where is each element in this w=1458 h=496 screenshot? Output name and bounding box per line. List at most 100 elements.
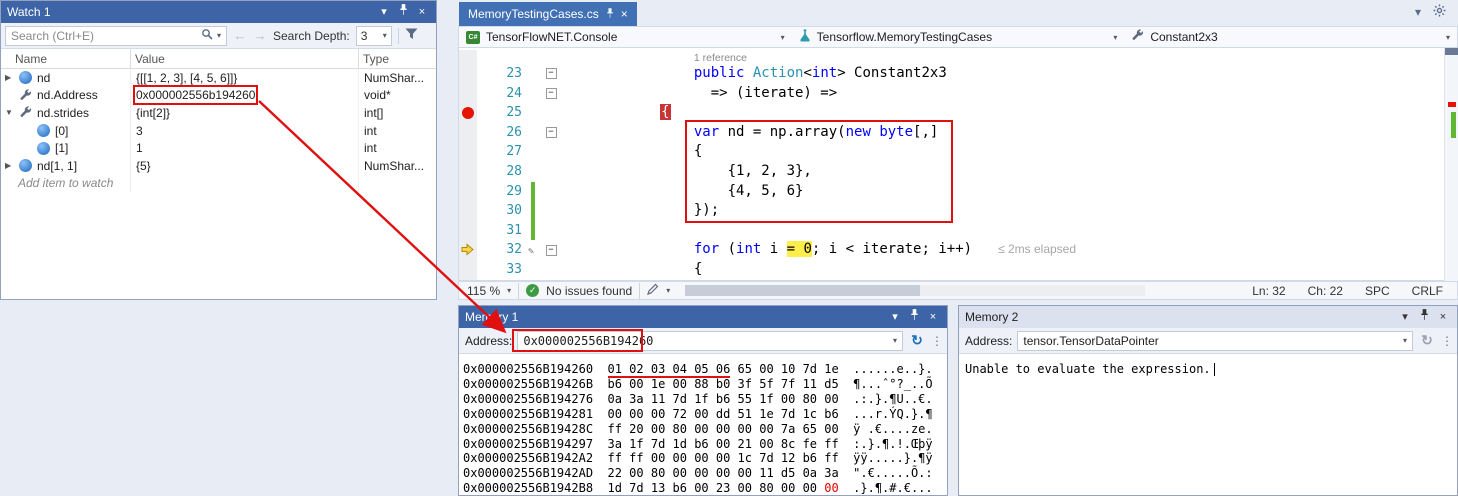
search-icon[interactable] <box>201 28 213 43</box>
code-editor[interactable]: 1 reference23− public Action<int> Consta… <box>458 48 1458 281</box>
horizontal-scrollbar-thumb[interactable] <box>685 285 920 296</box>
code-line[interactable]: 23− public Action<int> Constant2x3 <box>459 64 1457 84</box>
type-dropdown[interactable]: Tensorflow.MemoryTestingCases ▾ <box>792 27 1125 47</box>
close-icon[interactable]: × <box>621 7 628 21</box>
code-line[interactable]: 30 }); <box>459 201 1457 221</box>
watch-row[interactable]: nd.Address0x000002556b194260void* <box>1 87 436 105</box>
breakpoint-margin[interactable] <box>459 260 477 280</box>
close-icon[interactable]: × <box>414 4 430 20</box>
search-input[interactable]: Search (Ctrl+E) ▾ <box>5 26 227 46</box>
line-indicator[interactable]: Ln: 32 <box>1252 284 1285 298</box>
search-options-chevron-icon[interactable]: ▾ <box>217 31 221 40</box>
memory-row[interactable]: 0x000002556B19428C ff 20 00 80 00 00 00 … <box>463 422 947 437</box>
breakpoint-margin[interactable] <box>459 201 477 221</box>
memory1-rows[interactable]: 0x000002556B194260 01 02 03 04 05 06 65 … <box>459 354 947 496</box>
memory-row[interactable]: 0x000002556B194281 00 00 00 72 00 dd 51 … <box>463 407 947 422</box>
watch-value-cell[interactable]: {5} <box>131 157 359 175</box>
fold-collapse-icon[interactable]: − <box>546 68 557 79</box>
zoom-chevron-icon[interactable]: ▾ <box>507 286 511 295</box>
member-dropdown[interactable]: Constant2x3 ▾ <box>1124 27 1457 47</box>
breakpoint-margin[interactable] <box>459 64 477 84</box>
search-prev-icon[interactable]: ← <box>233 28 247 43</box>
window-position-menu-icon[interactable]: ▾ <box>1397 309 1413 325</box>
code-line[interactable]: 28 {1, 2, 3}, <box>459 162 1457 182</box>
column-header-type[interactable]: Type <box>359 49 436 68</box>
watch-row[interactable]: Add item to watch <box>1 175 436 193</box>
chevron-down-icon[interactable]: ▾ <box>893 336 897 345</box>
breakpoint-margin[interactable] <box>459 182 477 202</box>
memory-row[interactable]: 0x000002556B1942A2 ff ff 00 00 00 00 1c … <box>463 451 947 466</box>
splitter-grip[interactable] <box>1445 48 1458 55</box>
fold-collapse-icon[interactable]: − <box>546 245 557 256</box>
space-mode-indicator[interactable]: SPC <box>1365 284 1390 298</box>
health-check-icon[interactable]: ✓ <box>526 284 539 297</box>
watch-titlebar[interactable]: Watch 1 ▾ × <box>1 1 436 23</box>
code-line[interactable]: 33 { <box>459 260 1457 280</box>
tab-memorytestingcases[interactable]: MemoryTestingCases.cs × <box>459 2 637 26</box>
expander-icon[interactable]: ▶ <box>5 161 18 170</box>
pin-icon[interactable] <box>606 7 614 22</box>
column-indicator[interactable]: Ch: 22 <box>1308 284 1343 298</box>
breakpoint-margin[interactable] <box>459 240 477 260</box>
memory2-message[interactable]: Unable to evaluate the expression. <box>959 354 1457 384</box>
breakpoint-margin[interactable] <box>459 103 477 123</box>
vertical-scrollbar[interactable] <box>1444 48 1458 281</box>
gear-icon[interactable] <box>1433 4 1446 20</box>
memory-row[interactable]: 0x000002556B19426B b6 00 1e 00 88 b0 3f … <box>463 377 947 392</box>
search-depth-select[interactable]: 3 ▾ <box>356 26 392 46</box>
watch-value-cell[interactable] <box>131 175 359 193</box>
codelens-references[interactable]: 1 reference <box>694 52 747 64</box>
memory-row[interactable]: 0x000002556B194297 3a 1f 7d 1d b6 00 21 … <box>463 437 947 452</box>
tab-list-chevron-icon[interactable]: ▾ <box>1415 5 1421 19</box>
code-line[interactable]: 29 {4, 5, 6} <box>459 182 1457 202</box>
fold-collapse-icon[interactable]: − <box>546 88 557 99</box>
search-next-icon[interactable]: → <box>253 28 267 43</box>
breakpoint-margin[interactable] <box>459 50 477 64</box>
watch-value-cell[interactable]: {int[2]} <box>131 104 359 122</box>
column-header-value[interactable]: Value <box>131 49 359 68</box>
toolbar-overflow-icon[interactable]: ⋮ <box>931 334 941 348</box>
pin-icon[interactable] <box>906 308 922 326</box>
breakpoint-icon[interactable] <box>462 107 474 119</box>
address-input[interactable]: tensor.TensorDataPointer ▾ <box>1017 331 1413 351</box>
filter-icon[interactable] <box>405 28 418 43</box>
window-position-menu-icon[interactable]: ▾ <box>887 309 903 325</box>
toolbar-overflow-icon[interactable]: ⋮ <box>1441 334 1451 348</box>
code-line[interactable]: 27 { <box>459 142 1457 162</box>
memory-row[interactable]: 0x000002556B194260 01 02 03 04 05 06 65 … <box>463 362 947 377</box>
watch-value-cell[interactable]: 1 <box>131 139 359 157</box>
column-header-name[interactable]: Name <box>1 49 131 68</box>
refresh-icon[interactable]: ↻ <box>1418 332 1436 349</box>
breakpoint-margin[interactable] <box>459 162 477 182</box>
memory-row[interactable]: 0x000002556B194276 0a 3a 11 7d 1f b6 55 … <box>463 392 947 407</box>
watch-value-cell[interactable]: {[[1, 2, 3], [4, 5, 6]]} <box>131 69 359 87</box>
memory-row[interactable]: 0x000002556B1942B8 1d 7d 13 b6 00 23 00 … <box>463 481 947 496</box>
horizontal-scrollbar[interactable] <box>685 285 1145 296</box>
watch-value-cell[interactable]: 0x000002556b194260 <box>131 87 359 105</box>
project-dropdown[interactable]: C# TensorFlowNET.Console ▾ <box>459 27 792 47</box>
expander-icon[interactable]: ▶ <box>5 73 18 82</box>
watch-row[interactable]: ▶nd{[[1, 2, 3], [4, 5, 6]]}NumShar... <box>1 69 436 87</box>
fold-collapse-icon[interactable]: − <box>546 127 557 138</box>
window-position-menu-icon[interactable]: ▾ <box>376 4 392 20</box>
code-line[interactable]: 25 { <box>459 103 1457 123</box>
breakpoint-margin[interactable] <box>459 221 477 241</box>
code-line[interactable]: 24− => (iterate) => <box>459 84 1457 104</box>
breakpoint-margin[interactable] <box>459 84 477 104</box>
breakpoint-margin[interactable] <box>459 123 477 143</box>
close-icon[interactable]: × <box>925 309 941 325</box>
issues-status[interactable]: No issues found <box>546 284 632 298</box>
expander-icon[interactable]: ▼ <box>5 108 18 117</box>
pin-icon[interactable] <box>1416 308 1432 326</box>
code-line[interactable]: 32✎− for (int i = 0; i < iterate; i++)≤ … <box>459 240 1457 260</box>
address-input[interactable]: 0x000002556B194260 ▾ <box>517 331 903 351</box>
code-line[interactable]: 31 <box>459 221 1457 241</box>
memory-row[interactable]: 0x000002556B1942AD 22 00 80 00 00 00 00 … <box>463 466 947 481</box>
line-ending-indicator[interactable]: CRLF <box>1412 284 1443 298</box>
issue-filter-pen-icon[interactable] <box>647 283 659 298</box>
memory1-titlebar[interactable]: Memory 1 ▾ × <box>459 306 947 328</box>
watch-value-cell[interactable]: 3 <box>131 122 359 140</box>
refresh-icon[interactable]: ↻ <box>908 332 926 349</box>
issue-filter-chevron-icon[interactable]: ▾ <box>666 286 670 295</box>
breakpoint-margin[interactable] <box>459 142 477 162</box>
